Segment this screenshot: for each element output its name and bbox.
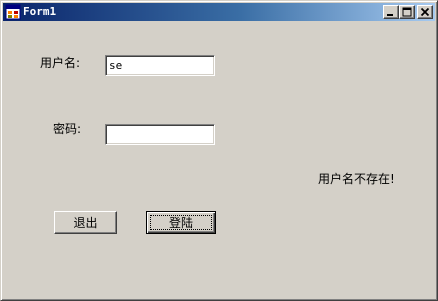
username-input[interactable] [105,55,215,76]
window-title: Form1 [23,5,57,18]
form1-window: Form1 用户名: 密码: 用户名不存在! 退出 登陆 [0,0,438,301]
maximize-button[interactable] [399,5,415,19]
minimize-icon [387,14,393,16]
close-icon [420,7,430,17]
form-app-icon[interactable] [5,4,21,20]
close-button[interactable] [417,5,433,19]
password-input[interactable] [105,124,215,145]
title-bar[interactable]: Form1 [3,3,435,21]
maximize-icon [402,7,412,17]
login-button[interactable]: 登陆 [146,211,216,234]
login-button-label: 登陆 [168,215,193,230]
username-label: 用户名: [40,56,81,70]
password-label: 密码: [53,122,82,136]
exit-button[interactable]: 退出 [54,211,117,234]
status-message: 用户名不存在! [318,172,395,186]
minimize-button[interactable] [383,5,399,19]
